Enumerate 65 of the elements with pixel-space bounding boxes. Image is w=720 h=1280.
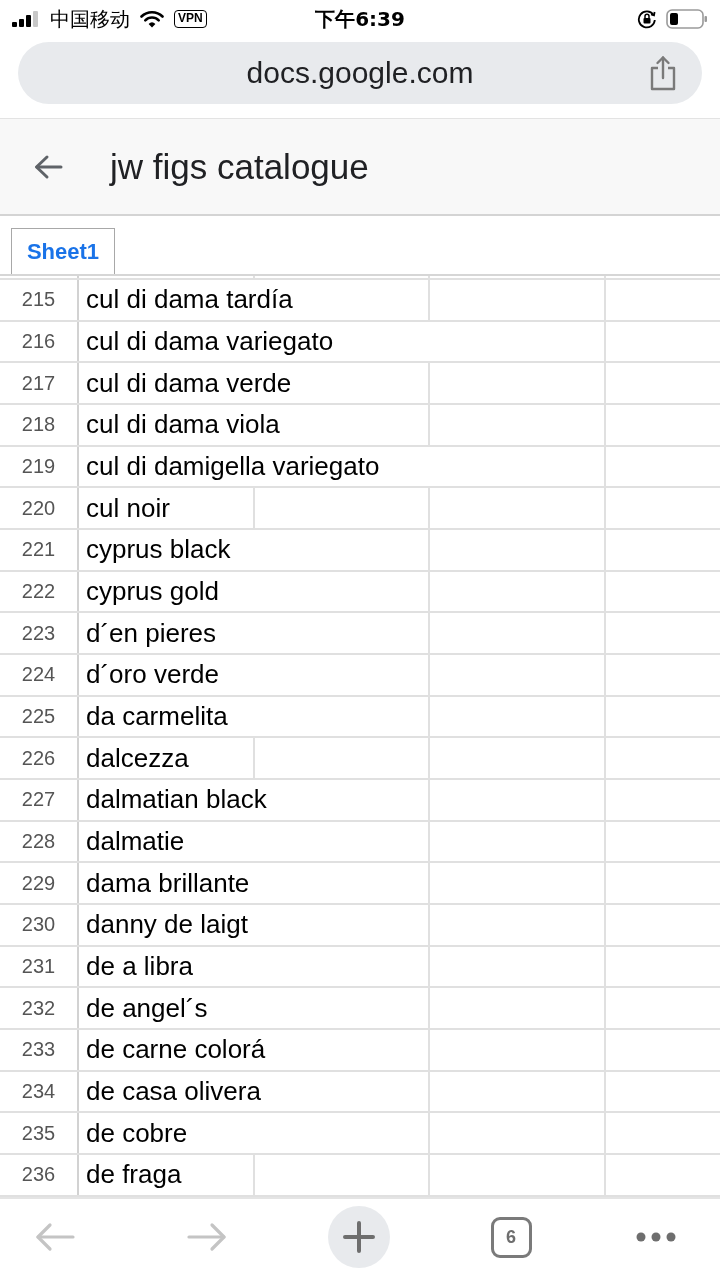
row-number: 235 [0, 1113, 79, 1154]
table-cell: d´oro verde [79, 655, 430, 695]
table-cell: cul di dama verde [79, 363, 430, 403]
row-number: 222 [0, 571, 79, 612]
row-number: 218 [0, 405, 79, 445]
table-cell: cul di dama tardía [79, 280, 430, 320]
arrow-left-icon [33, 153, 63, 180]
table-cell: dalmatian black [79, 780, 430, 820]
plus-icon [343, 1221, 375, 1254]
table-cell: dama brillante [79, 863, 430, 904]
tabs-button[interactable]: 6 [490, 1216, 532, 1258]
row-number: 227 [0, 780, 79, 820]
table-cell: d´en pieres [79, 613, 430, 654]
table-cell: danny de laigt [79, 905, 430, 945]
table-cell: cul di damigella variegato [79, 446, 606, 487]
signal-icon [12, 11, 40, 27]
row-number: 220 [0, 488, 79, 529]
more-button[interactable] [636, 1232, 676, 1243]
battery-icon [666, 9, 708, 29]
table-cell: de casa olivera [79, 1071, 430, 1112]
table-cell: de a libra [79, 946, 430, 987]
table-cell: cul di dama variegato [79, 321, 606, 362]
vpn-badge: VPN [174, 10, 207, 28]
table-cell: de angel´s [79, 988, 430, 1029]
table-cell: cyprus black [79, 530, 430, 570]
row-number: 234 [0, 1071, 79, 1112]
url-text: docs.google.com [246, 56, 474, 90]
table-cell: da carmelita [79, 696, 430, 737]
table-cell: cyprus gold [79, 571, 430, 612]
arrow-right-icon [187, 1222, 227, 1253]
row-number: 217 [0, 363, 79, 403]
ellipsis-icon [636, 1232, 676, 1243]
row-number: 230 [0, 905, 79, 945]
row-number: 216 [0, 321, 79, 362]
row-number: 229 [0, 863, 79, 904]
arrow-left-icon [35, 1222, 75, 1253]
orientation-lock-icon [637, 9, 657, 29]
row-number: 215 [0, 280, 79, 320]
document-title: jw figs catalogue [110, 146, 369, 187]
share-button[interactable] [648, 55, 678, 91]
row-number: 231 [0, 946, 79, 987]
row-number: 221 [0, 530, 79, 570]
table-cell: cul di dama viola [79, 405, 430, 445]
row-number: 236 [0, 1155, 79, 1195]
table-cell: de carne colorá [79, 1030, 430, 1070]
table-cell: dalcezza [79, 738, 255, 779]
table-cell: dalmatie [79, 821, 430, 862]
row-number: 233 [0, 1030, 79, 1070]
table-cell: de cobre [79, 1113, 430, 1154]
row-number: 223 [0, 613, 79, 654]
address-bar[interactable]: docs.google.com [18, 42, 702, 104]
table-cell: de fraga [79, 1155, 255, 1195]
row-number: 219 [0, 446, 79, 487]
sheet-tab[interactable]: Sheet1 [11, 228, 115, 274]
wifi-icon [140, 10, 164, 28]
carrier-name: 中国移动 [50, 9, 130, 29]
back-button[interactable] [33, 153, 63, 180]
clock: 下午6:39 [315, 5, 405, 33]
row-number: 226 [0, 738, 79, 779]
share-icon [648, 55, 678, 91]
row-number: 225 [0, 696, 79, 737]
table-cell: cul noir [79, 488, 255, 529]
row-number: 228 [0, 821, 79, 862]
row-number: 232 [0, 988, 79, 1029]
row-number: 224 [0, 655, 79, 695]
